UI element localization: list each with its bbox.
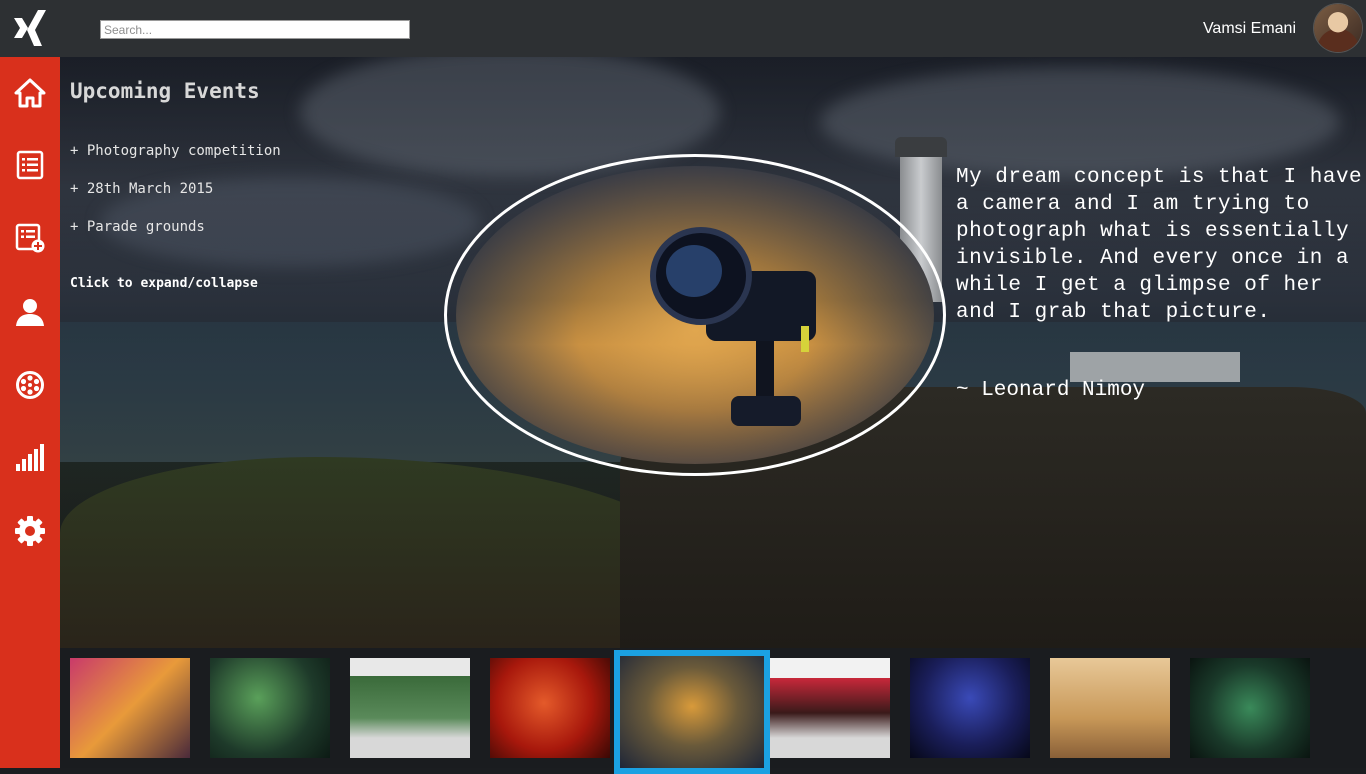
gear-icon: [15, 516, 45, 546]
sidebar-item-list[interactable]: [0, 141, 60, 189]
sidebar-item-add-list[interactable]: [0, 214, 60, 262]
sidebar-item-home[interactable]: [0, 69, 60, 117]
top-bar: Vamsi Emani: [0, 0, 1366, 58]
sidebar-item-stats[interactable]: [0, 434, 60, 482]
search-input[interactable]: [100, 20, 410, 39]
drama-performance-thumb[interactable]: [770, 658, 890, 758]
home-icon: [14, 78, 46, 108]
sidebar: [0, 57, 60, 768]
expand-collapse-toggle[interactable]: Click to expand/collapse: [70, 276, 258, 291]
event-item: + 28th March 2015: [70, 181, 214, 197]
upcoming-events-title: Upcoming Events: [70, 79, 260, 103]
quote-author: ~ Leonard Nimoy: [956, 379, 1146, 402]
signal-bars-icon: [16, 444, 44, 471]
breakdance-thumb[interactable]: [350, 658, 470, 758]
dance-performance-thumb[interactable]: [70, 658, 190, 758]
event-item: + Parade grounds: [70, 219, 205, 235]
red-stage-dance-thumb[interactable]: [490, 658, 610, 758]
xing-logo-icon[interactable]: [8, 6, 52, 50]
avatar[interactable]: [1314, 4, 1362, 52]
sidebar-item-settings[interactable]: [0, 507, 60, 555]
user-icon: [16, 299, 44, 326]
list-icon: [16, 150, 44, 180]
featured-photo-frame: [444, 154, 946, 476]
cloud-shape: [820, 67, 1340, 177]
lighthouse-building: [1070, 352, 1240, 382]
hero-banner: Upcoming Events + Photography competitio…: [60, 57, 1366, 648]
user-name[interactable]: Vamsi Emani: [1203, 20, 1296, 38]
event-item: + Photography competition: [70, 143, 281, 159]
group-masks-thumb[interactable]: [1190, 658, 1310, 758]
film-reel-icon: [16, 371, 44, 399]
cliff-left: [60, 457, 700, 648]
lighthouse-lamp: [895, 137, 947, 157]
guitar-concert-thumb[interactable]: [210, 658, 330, 758]
add-list-icon: [15, 223, 45, 253]
quote-text: My dream concept is that I have a camera…: [956, 166, 1363, 324]
sidebar-item-reel[interactable]: [0, 361, 60, 409]
thumbnail-strip: [60, 648, 1366, 774]
camera-lens-thumb[interactable]: [614, 650, 770, 774]
chess-thumb[interactable]: [1050, 658, 1170, 758]
drummer-thumb[interactable]: [910, 658, 1030, 758]
sidebar-item-user[interactable]: [0, 288, 60, 336]
